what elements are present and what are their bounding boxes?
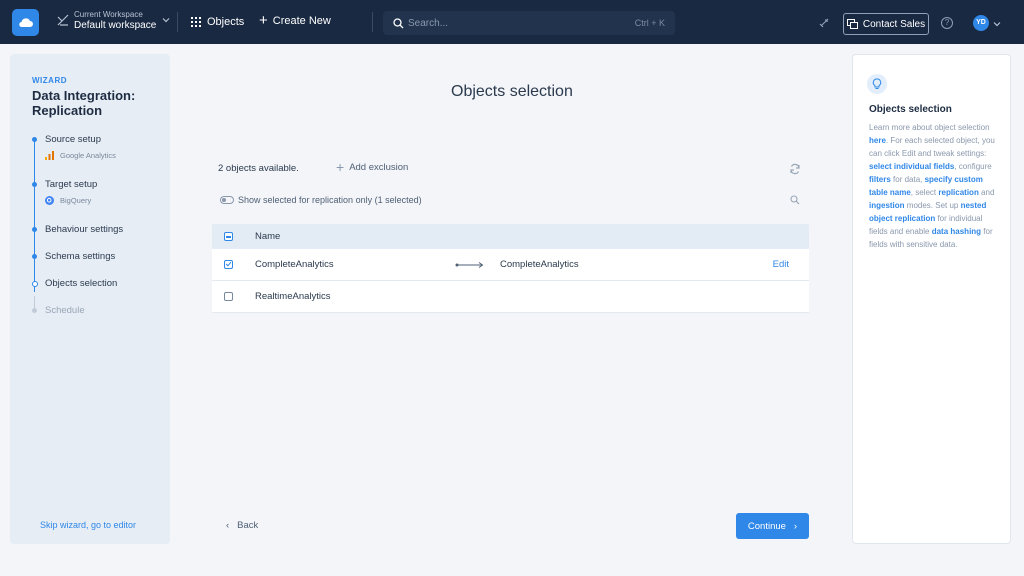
google-analytics-icon <box>45 151 54 160</box>
add-exclusion-button[interactable]: + Add exclusion <box>336 159 409 175</box>
step-dot-current <box>31 281 38 287</box>
wizard-title: Data Integration: Replication <box>32 88 136 118</box>
row-checkbox[interactable] <box>224 292 233 301</box>
help-text: for data, <box>890 175 925 184</box>
chevron-down-icon <box>162 18 170 23</box>
workspace-icon <box>57 14 69 26</box>
bigquery-icon <box>45 196 54 205</box>
search-icon[interactable] <box>790 195 800 205</box>
lightbulb-icon <box>867 74 887 94</box>
cloud-logo-icon[interactable] <box>12 9 39 36</box>
step-source-setup[interactable]: Source setup Google Analytics <box>32 134 123 179</box>
step-dot-pending <box>32 308 37 313</box>
help-text: , configure <box>954 162 992 171</box>
select-all-checkbox[interactable] <box>224 232 233 241</box>
table-row: RealtimeAnalytics <box>212 281 809 313</box>
step-sub-label: BigQuery <box>60 196 92 205</box>
column-header-name: Name <box>255 231 281 242</box>
divider <box>177 12 178 32</box>
step-dot <box>32 227 37 232</box>
toggle-label: Show selected for replication only (1 se… <box>238 195 422 205</box>
page-title: Objects selection <box>451 83 573 100</box>
workspace-label: Current Workspace <box>74 10 143 19</box>
help-text: . For each selected object, you can clic… <box>869 136 995 158</box>
object-name: RealtimeAnalytics <box>255 291 331 302</box>
divider <box>372 12 373 32</box>
step-label: Target setup <box>45 179 98 190</box>
workspace-name: Default workspace <box>74 20 157 31</box>
row-checkbox[interactable] <box>224 260 233 269</box>
global-search-input[interactable]: Search... Ctrl + K <box>383 11 675 35</box>
step-label: Objects selection <box>45 278 118 289</box>
object-name: CompleteAnalytics <box>255 259 334 270</box>
help-title: Objects selection <box>869 104 952 115</box>
rocket-icon[interactable] <box>818 17 830 29</box>
skip-wizard-link[interactable]: Skip wizard, go to editor <box>40 520 136 530</box>
objects-available-count: 2 objects available. <box>218 163 299 174</box>
refresh-icon[interactable] <box>789 163 801 175</box>
edit-button[interactable]: Edit <box>773 259 789 270</box>
wizard-steps: Source setup Google Analytics Target set… <box>31 134 123 325</box>
help-text: and <box>978 188 995 197</box>
chevron-left-icon: ‹ <box>226 520 230 531</box>
step-target-setup[interactable]: Target setup BigQuery <box>32 179 123 224</box>
back-label: Back <box>237 520 259 531</box>
step-label: Source setup <box>45 134 101 145</box>
step-schedule[interactable]: Schedule <box>32 305 123 325</box>
step-label: Schedule <box>45 305 85 316</box>
create-new-button[interactable]: + Create New <box>259 12 331 29</box>
wizard-tag: WIZARD <box>32 76 67 85</box>
search-icon <box>393 17 404 28</box>
contact-sales-button[interactable]: Contact Sales <box>843 13 929 35</box>
chevron-down-icon[interactable] <box>993 20 1001 28</box>
continue-label: Continue <box>747 520 786 532</box>
plus-icon: + <box>259 12 268 29</box>
step-sub-label: Google Analytics <box>60 151 116 160</box>
table-row: CompleteAnalytics CompleteAnalytics Edit <box>212 249 809 281</box>
step-dot <box>32 182 37 187</box>
table-header: Name <box>212 224 809 249</box>
grid-icon <box>191 17 201 27</box>
wizard-sidebar: WIZARD Data Integration: Replication Sou… <box>10 54 170 544</box>
show-selected-toggle[interactable]: Show selected for replication only (1 se… <box>220 195 422 205</box>
help-body: Learn more about object selection here. … <box>869 121 997 251</box>
step-label: Behaviour settings <box>45 224 124 235</box>
help-link-here[interactable]: here <box>869 136 886 145</box>
chat-icon <box>846 19 858 29</box>
help-text: , select <box>910 188 939 197</box>
add-exclusion-label: Add exclusion <box>349 161 409 173</box>
back-button[interactable]: ‹ Back <box>226 520 258 531</box>
continue-button[interactable]: Continue › <box>736 513 809 539</box>
help-link-replication[interactable]: replication <box>938 188 978 197</box>
search-placeholder: Search... <box>408 17 449 29</box>
step-dot <box>32 254 37 259</box>
objects-nav-button[interactable]: Objects <box>191 16 244 28</box>
help-panel: Objects selection Learn more about objec… <box>852 54 1011 544</box>
step-objects-selection[interactable]: Objects selection <box>31 278 123 305</box>
help-link-select-fields[interactable]: select individual fields <box>869 162 954 171</box>
step-schema-settings[interactable]: Schema settings <box>32 251 123 278</box>
step-label: Schema settings <box>45 251 116 262</box>
plus-icon: + <box>336 159 345 175</box>
top-bar: Current Workspace Default workspace Obje… <box>0 0 1024 44</box>
objects-nav-label: Objects <box>207 16 245 28</box>
help-text: Learn more about object selection <box>869 123 990 132</box>
help-text: modes. Set up <box>904 201 961 210</box>
create-new-label: Create New <box>272 15 331 27</box>
help-icon[interactable]: ? <box>941 17 953 29</box>
help-link-ingestion[interactable]: ingestion <box>869 201 905 210</box>
avatar[interactable]: YD <box>973 15 989 31</box>
search-shortcut: Ctrl + K <box>634 18 665 28</box>
help-link-data-hashing[interactable]: data hashing <box>932 227 981 236</box>
contact-sales-label: Contact Sales <box>862 18 926 30</box>
objects-table: Name CompleteAnalytics CompleteAnalytics… <box>212 224 809 313</box>
target-table-name: CompleteAnalytics <box>500 259 579 270</box>
toggle-switch[interactable] <box>220 196 234 204</box>
step-behaviour-settings[interactable]: Behaviour settings <box>32 224 123 251</box>
step-dot <box>32 137 37 142</box>
workspace-selector[interactable]: Current Workspace Default workspace <box>56 9 170 31</box>
arrow-right-icon <box>455 261 484 268</box>
chevron-right-icon: › <box>793 520 798 532</box>
help-link-filters[interactable]: filters <box>869 175 891 184</box>
